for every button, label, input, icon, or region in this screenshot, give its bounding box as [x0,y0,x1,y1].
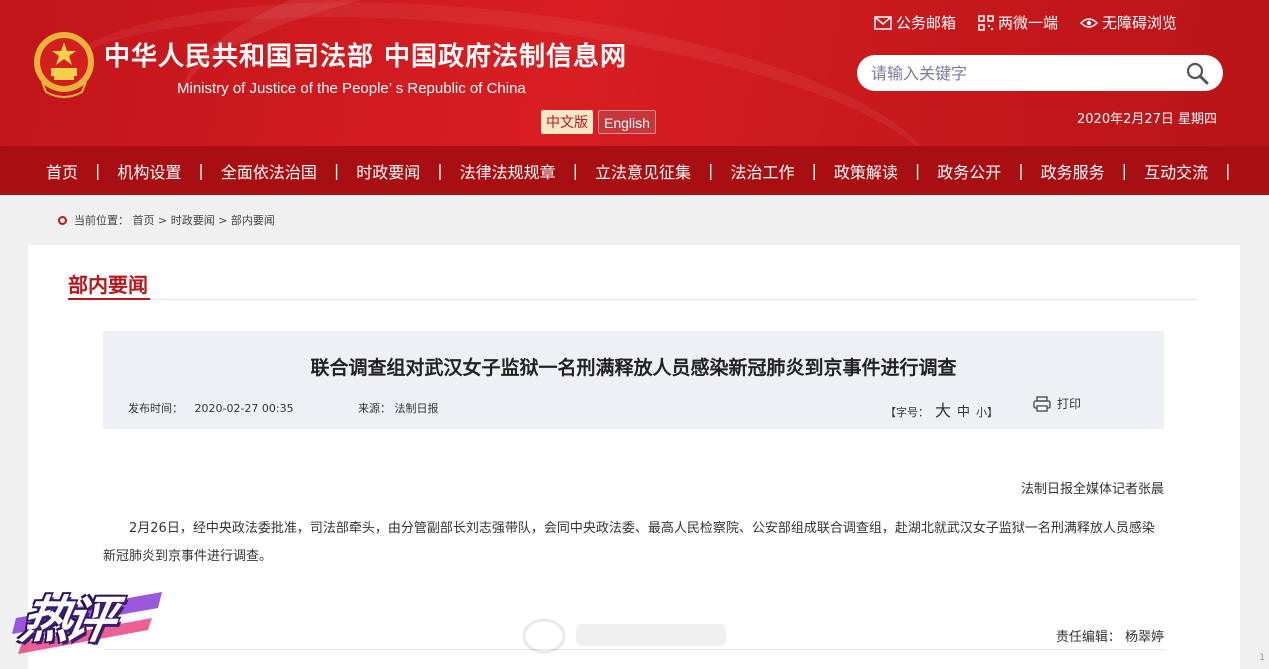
font-size-switcher: 【字号： 大 中 小】 [885,397,998,421]
nav-separator: | [708,161,714,180]
print-label: 打印 [1057,397,1082,411]
nav-item-interaction[interactable]: 互动交流 [1144,159,1208,183]
font-size-small[interactable]: 小】 [976,404,998,420]
top-links: 公务邮箱 两微一端 无障碍浏览 [874,12,1177,33]
print-button[interactable]: 打印 [1033,395,1081,412]
publish-label: 发布时间： [128,402,183,415]
sticker-text: 热评 [16,591,115,649]
nav-separator: | [914,161,921,180]
responsible-editor: 责任编辑： 杨翠婷 [1056,626,1164,645]
site-title[interactable]: 中华人民共和国司法部 中国政府法制信息网 [104,36,627,73]
nav-item-gov-affairs[interactable]: 政务公开 [937,159,1001,183]
nav-item-legislation-feedback[interactable]: 立法意见征集 [595,159,691,183]
national-emblem-icon[interactable] [32,30,96,98]
editor-label: 责任编辑： [1055,630,1121,645]
font-size-label: 【字号： [885,406,929,419]
nav-separator: | [1121,161,1128,180]
site-subtitle: Ministry of Justice of the People’ s Rep… [177,80,526,97]
lang-chinese-button[interactable]: 中文版 [541,110,593,134]
nav-item-organization[interactable]: 机构设置 [117,159,181,183]
section-divider [68,299,1198,300]
nav-item-legal-work[interactable]: 法治工作 [730,159,794,183]
current-date: 2020年2月27日 星期四 [1077,112,1218,127]
location-dot-icon [58,215,67,225]
nav-separator: | [198,161,204,180]
nav-item-news[interactable]: 时政要闻 [356,159,420,183]
article-header: 联合调查组对武汉女子监狱一名刑满释放人员感染新冠肺炎到京事件进行调查 发布时间：… [103,331,1164,429]
nav-item-laws[interactable]: 法律法规规章 [460,159,556,183]
nav-separator: | [1225,161,1231,180]
nav-item-home[interactable]: 首页 [46,159,78,183]
content-panel: 部内要闻 联合调查组对武汉女子监狱一名刑满释放人员感染新冠肺炎到京事件进行调查 … [28,245,1240,669]
wechat-weibo-link[interactable]: 两微一端 [978,12,1058,33]
article-body: 2月26日，经中央政法委批准，司法部牵头，由分管副部长刘志强带队，会同中央政法委… [103,521,1155,564]
section-title: 部内要闻 [68,273,148,297]
nav-separator: | [811,161,817,180]
section-underline [68,298,150,300]
nav-item-policy[interactable]: 政策解读 [834,159,898,183]
font-size-medium[interactable]: 中 [957,401,970,420]
search-icon[interactable] [1185,61,1209,85]
nav-separator: | [95,161,101,180]
article-byline: 法制日报全媒体记者张晨 [1020,482,1164,497]
wechat-weibo-label: 两微一端 [998,14,1059,32]
watermark-logo-icon [522,618,726,654]
search-input[interactable] [871,63,1185,83]
source-label: 来源： [358,402,391,415]
accessible-browse-label: 无障碍浏览 [1102,14,1178,32]
search-box [857,55,1223,91]
breadcrumb: 当前位置： 首页 > 时政要闻 > 部内要闻 [58,212,275,228]
breadcrumb-text[interactable]: 当前位置： 首页 > 时政要闻 > 部内要闻 [74,212,275,228]
publish-time: 发布时间： 2020-02-27 00:35 [128,400,294,416]
eye-icon [1080,17,1099,28]
main-nav: 首页 | 机构设置 | 全面依法治国 | 时政要闻 | 法律法规规章 | 立法意见征集 | … [0,146,1269,195]
page-marker: 1 [1259,653,1265,663]
publish-value: 2020-02-27 00:35 [194,402,294,415]
site-header: 中华人民共和国司法部 中国政府法制信息网 Ministry of Justice… [0,0,1269,146]
mail-link[interactable]: 公务邮箱 [874,12,956,33]
nav-separator: | [333,161,340,180]
article-title: 联合调查组对武汉女子监狱一名刑满释放人员感染新冠肺炎到京事件进行调查 [310,357,957,379]
lang-english-button[interactable]: English [598,110,656,134]
nav-separator: | [437,161,443,180]
mail-label: 公务邮箱 [896,14,957,32]
font-size-big[interactable]: 大 [935,397,951,421]
envelope-icon [874,15,892,30]
source-value: 法制日报 [394,402,439,415]
nav-item-services[interactable]: 政务服务 [1041,159,1105,183]
nav-item-rule-of-law[interactable]: 全面依法治国 [221,159,317,183]
nav-separator: | [572,161,579,180]
printer-icon [1033,395,1051,412]
editor-name: 杨翠婷 [1124,630,1164,645]
qr-code-icon [978,14,994,31]
hot-comment-sticker: 热评 [12,578,162,664]
article-source: 来源： 法制日报 [358,400,439,416]
accessible-browse-link[interactable]: 无障碍浏览 [1080,12,1177,33]
nav-separator: | [1018,161,1024,180]
